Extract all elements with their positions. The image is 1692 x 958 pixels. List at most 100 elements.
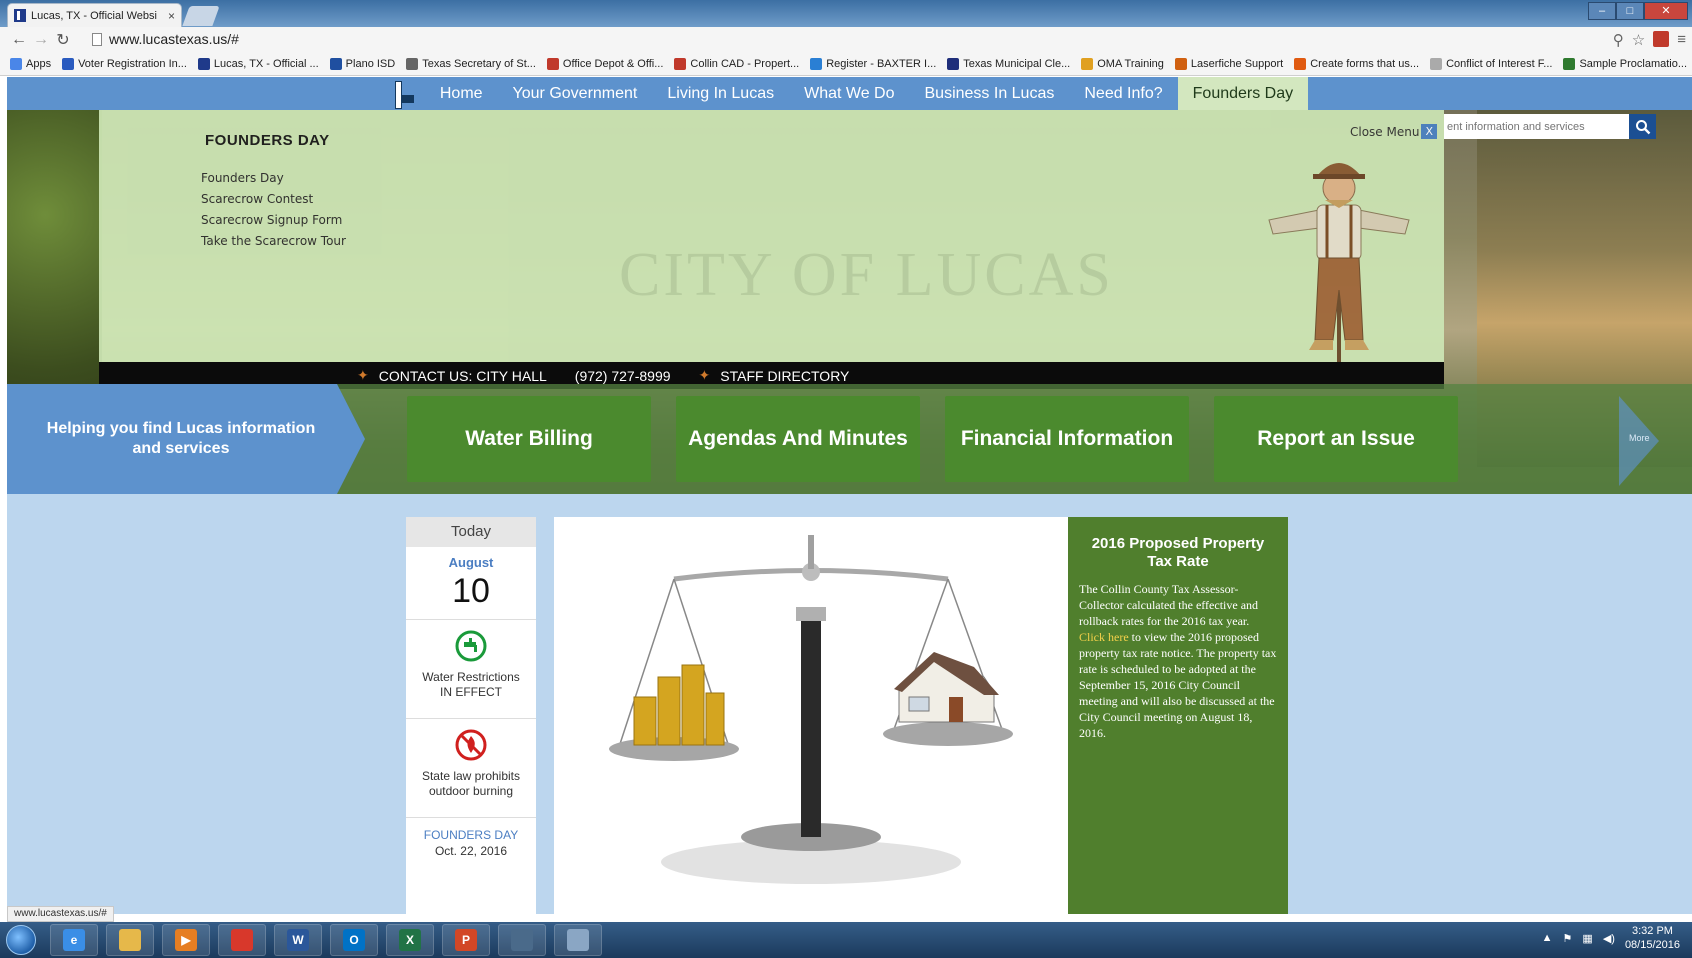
event-label[interactable]: FOUNDERS DAY bbox=[406, 828, 536, 842]
minimize-icon[interactable]: – bbox=[1588, 2, 1616, 20]
action-center-flag-icon[interactable]: ⚑ bbox=[1563, 932, 1573, 945]
bookmark-label: OMA Training bbox=[1097, 58, 1164, 70]
zoom-icon[interactable]: ⚲ bbox=[1613, 31, 1624, 49]
browser-tab-bar: Lucas, TX - Official Websi × – □ ✕ bbox=[0, 0, 1692, 27]
contact-phone[interactable]: (972) 727-8999 bbox=[575, 368, 671, 384]
event-date: Oct. 22, 2016 bbox=[434, 844, 508, 858]
bookmark-favicon-icon bbox=[197, 58, 210, 70]
water-restrictions-notice[interactable]: Water Restrictions IN EFFECT bbox=[406, 620, 536, 718]
nav-business-in-lucas[interactable]: Business In Lucas bbox=[910, 77, 1070, 110]
taskbar-snipping-tool-button[interactable] bbox=[554, 924, 602, 956]
bookmark-item[interactable]: Texas Municipal Cle... bbox=[947, 58, 1070, 70]
bookmark-item[interactable]: Texas Secretary of St... bbox=[406, 58, 536, 70]
bookmark-label: Sample Proclamatio... bbox=[1579, 58, 1688, 70]
staff-directory-link[interactable]: STAFF DIRECTORY bbox=[720, 368, 849, 384]
clock[interactable]: 3:32 PM 08/15/2016 bbox=[1625, 924, 1680, 952]
bookmark-item[interactable]: Plano ISD bbox=[329, 58, 395, 70]
news-body-rest: to view the 2016 proposed property tax r… bbox=[1079, 630, 1277, 740]
taskbar-explorer-button[interactable] bbox=[106, 924, 154, 956]
bookmark-item[interactable]: Collin CAD - Propert... bbox=[674, 58, 799, 70]
close-menu-icon[interactable]: X bbox=[1421, 124, 1437, 139]
nav-living-in-lucas[interactable]: Living In Lucas bbox=[652, 77, 789, 110]
today-heading: Today bbox=[406, 517, 536, 547]
close-window-icon[interactable]: ✕ bbox=[1644, 2, 1688, 20]
founders-day-mega-menu: CITY OF LUCAS FOUNDERS DAY Founders Day … bbox=[99, 110, 1444, 365]
reload-icon[interactable]: ↻ bbox=[52, 30, 74, 50]
bookmark-favicon-icon bbox=[406, 58, 419, 70]
volume-icon[interactable]: ◀) bbox=[1603, 932, 1615, 945]
browser-tab[interactable]: Lucas, TX - Official Websi × bbox=[7, 3, 182, 27]
close-menu-button[interactable]: Close Menu X bbox=[1350, 124, 1437, 139]
nav-your-government[interactable]: Your Government bbox=[498, 77, 653, 110]
bookmark-item[interactable]: Conflict of Interest F... bbox=[1430, 58, 1552, 70]
bookmark-label: Conflict of Interest F... bbox=[1446, 58, 1553, 70]
taskbar-media-player-button[interactable]: ▶ bbox=[162, 924, 210, 956]
nav-founders-day[interactable]: Founders Day bbox=[1177, 77, 1309, 110]
new-tab-button[interactable] bbox=[182, 6, 220, 26]
nav-home[interactable]: Home bbox=[425, 77, 498, 110]
leaf-icon: ✦ bbox=[698, 367, 711, 383]
bookmark-item[interactable]: Apps bbox=[10, 58, 51, 70]
bookmark-label: Office Depot & Offi... bbox=[562, 58, 664, 70]
bookmark-label: Register - BAXTER I... bbox=[826, 58, 937, 70]
taskbar-word-button[interactable]: W bbox=[274, 924, 322, 956]
tab-title: Lucas, TX - Official Websi bbox=[31, 9, 157, 22]
report-issue-button[interactable]: Report an Issue bbox=[1214, 396, 1458, 482]
menu-icon[interactable]: ≡ bbox=[1677, 31, 1686, 49]
back-icon[interactable]: ← bbox=[8, 31, 30, 49]
nav-need-info[interactable]: Need Info? bbox=[1069, 77, 1177, 110]
bookmark-item[interactable]: Voter Registration In... bbox=[62, 58, 187, 70]
bookmark-item[interactable]: Register - BAXTER I... bbox=[810, 58, 936, 70]
burn-ban-notice[interactable]: State law prohibits outdoor burning bbox=[406, 719, 536, 817]
tax-scale-image[interactable] bbox=[554, 517, 1068, 914]
today-day: 10 bbox=[452, 572, 490, 610]
tab-close-icon[interactable]: × bbox=[168, 9, 175, 23]
taskbar-outlook-button[interactable]: O bbox=[330, 924, 378, 956]
bookmark-favicon-icon bbox=[674, 58, 687, 70]
site-favicon-icon bbox=[14, 9, 26, 22]
agendas-minutes-button[interactable]: Agendas And Minutes bbox=[676, 396, 920, 482]
site-search-input[interactable] bbox=[1444, 114, 1629, 139]
bookmark-item[interactable]: Lucas, TX - Official ... bbox=[197, 58, 319, 70]
taskbar-ie-button[interactable]: e bbox=[50, 924, 98, 956]
bookmark-favicon-icon bbox=[10, 58, 22, 70]
taskbar-powerpoint-button[interactable]: P bbox=[442, 924, 490, 956]
pdf-extension-icon[interactable] bbox=[1653, 31, 1670, 47]
bookmark-star-icon[interactable]: ☆ bbox=[1632, 31, 1645, 49]
financial-information-button[interactable]: Financial Information bbox=[945, 396, 1189, 482]
url-field[interactable]: www.lucastexas.us/# bbox=[92, 28, 1642, 50]
start-button[interactable] bbox=[0, 922, 42, 958]
menu-link-scarecrow-contest[interactable]: Scarecrow Contest bbox=[201, 189, 346, 210]
bookmarks-bar: Apps Voter Registration In... Lucas, TX - … bbox=[0, 53, 1692, 76]
water-billing-button[interactable]: Water Billing bbox=[407, 396, 651, 482]
bookmark-item[interactable]: Laserfiche Support bbox=[1174, 58, 1284, 70]
bookmark-favicon-icon bbox=[329, 58, 342, 70]
no-burning-icon bbox=[455, 729, 487, 761]
address-bar: ← → ↻ www.lucastexas.us/# ⚲ ☆ ≡ bbox=[0, 27, 1692, 53]
bookmark-item[interactable]: Sample Proclamatio... bbox=[1563, 58, 1687, 70]
bookmark-item[interactable]: Create forms that us... bbox=[1294, 58, 1419, 70]
bookmark-item[interactable]: Office Depot & Offi... bbox=[546, 58, 664, 70]
status-bar-url: www.lucastexas.us/# bbox=[7, 906, 114, 922]
bookmark-item[interactable]: OMA Training bbox=[1081, 58, 1164, 70]
menu-link-founders-day[interactable]: Founders Day bbox=[201, 168, 346, 189]
taskbar-chrome-button[interactable] bbox=[218, 924, 266, 956]
city-logo-icon[interactable] bbox=[391, 79, 417, 109]
bookmark-label: Laserfiche Support bbox=[1190, 58, 1284, 70]
tray-arrow-icon[interactable]: ▲ bbox=[1542, 932, 1553, 944]
maximize-icon[interactable]: □ bbox=[1616, 2, 1644, 20]
network-icon[interactable]: ▦ bbox=[1582, 932, 1592, 945]
website: Home Your Government Living In Lucas Wha… bbox=[7, 77, 1692, 914]
menu-link-scarecrow-tour[interactable]: Take the Scarecrow Tour bbox=[201, 231, 346, 252]
bookmark-favicon-icon bbox=[1081, 58, 1094, 70]
url-text: www.lucastexas.us/# bbox=[109, 31, 239, 47]
news-click-here-link[interactable]: Click here bbox=[1079, 630, 1129, 644]
search-button[interactable] bbox=[1629, 114, 1656, 139]
nav-what-we-do[interactable]: What We Do bbox=[789, 77, 909, 110]
page-icon bbox=[92, 32, 102, 46]
taskbar-publisher-button[interactable] bbox=[498, 924, 546, 956]
mega-menu-title: FOUNDERS DAY bbox=[205, 132, 330, 149]
forward-icon[interactable]: → bbox=[30, 31, 52, 49]
menu-link-scarecrow-signup[interactable]: Scarecrow Signup Form bbox=[201, 210, 346, 231]
taskbar-excel-button[interactable]: X bbox=[386, 924, 434, 956]
